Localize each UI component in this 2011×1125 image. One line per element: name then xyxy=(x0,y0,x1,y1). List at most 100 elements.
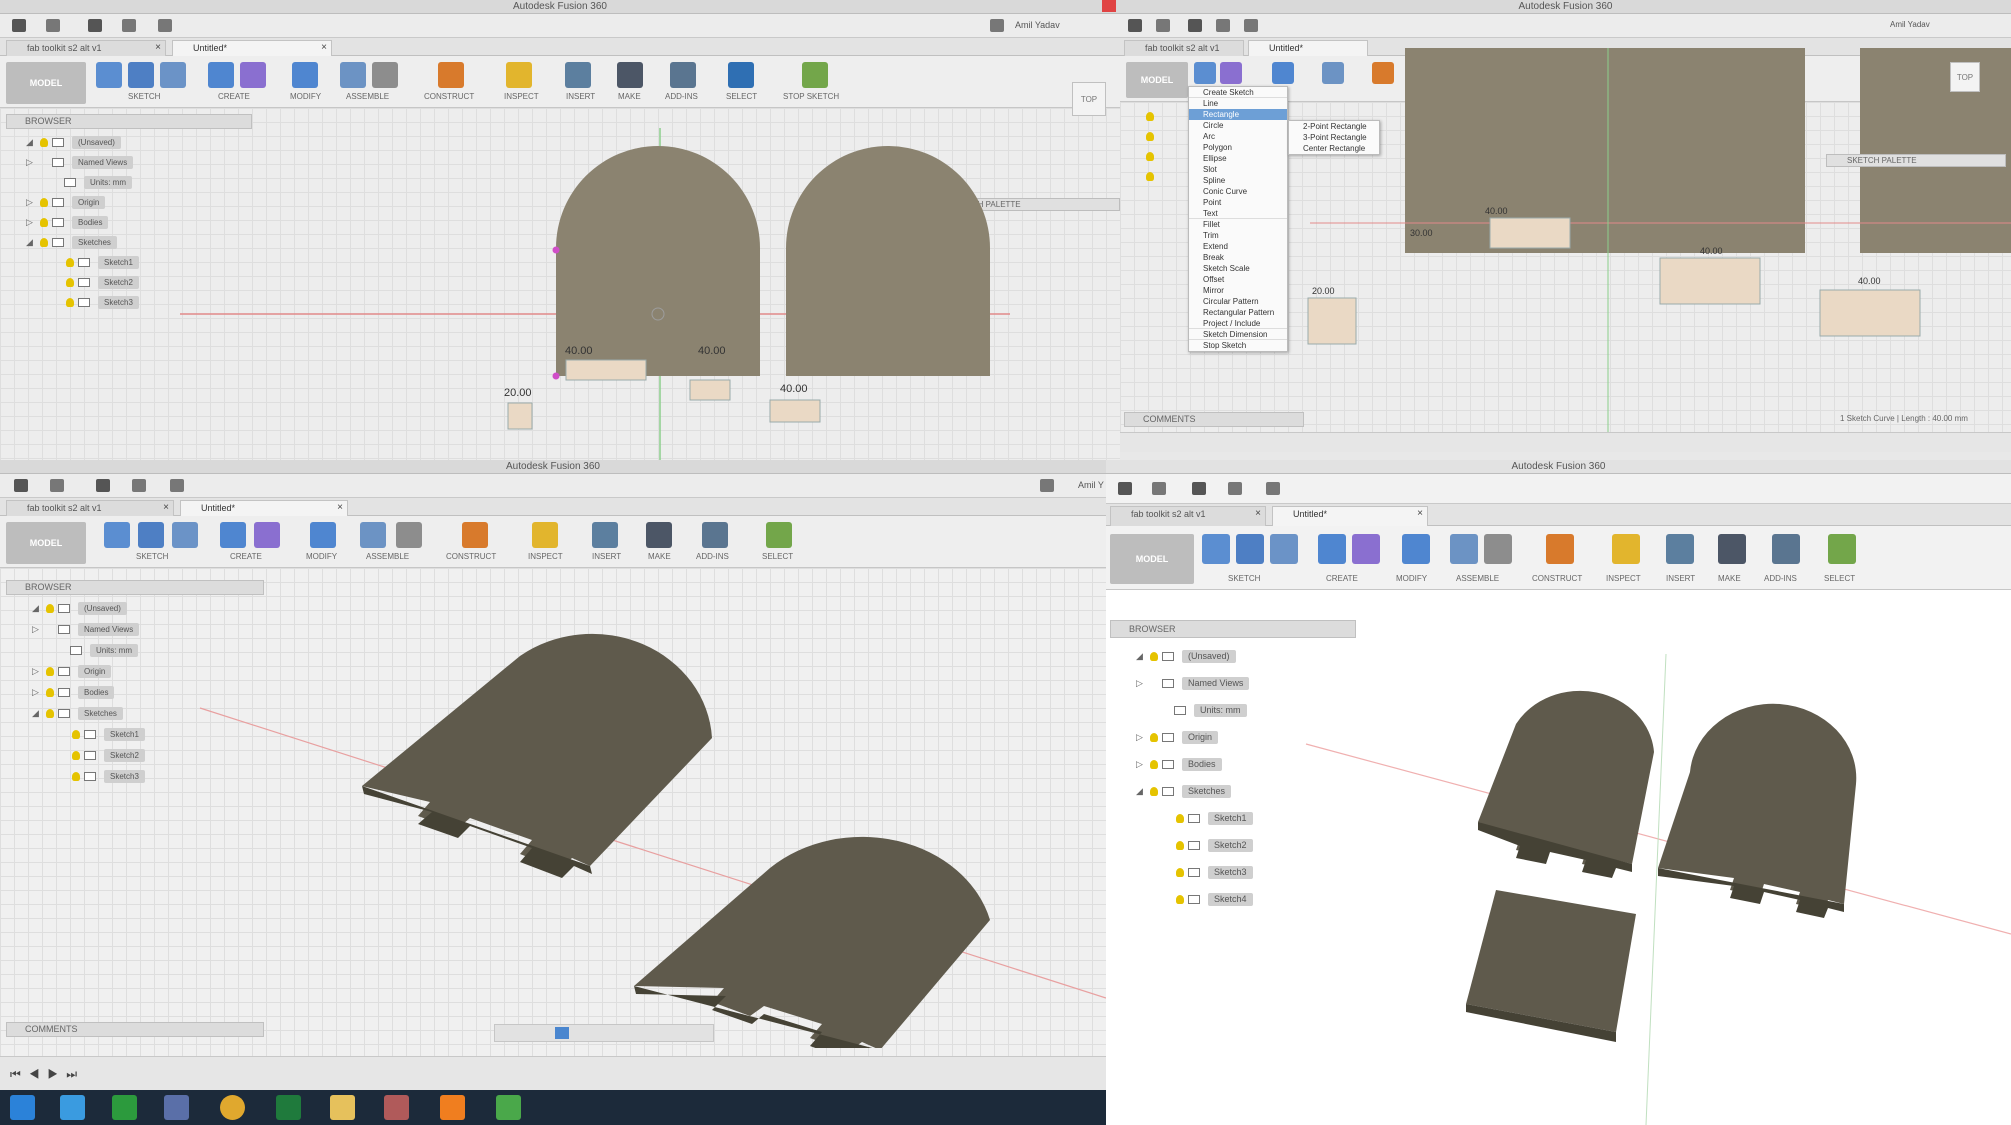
tree-bodies[interactable]: ▷ Bodies xyxy=(1136,758,1222,772)
ribbon-insert[interactable]: INSERT xyxy=(592,552,621,561)
create-sketch-icon[interactable] xyxy=(1202,534,1230,564)
expand-arrow-icon[interactable]: ▷ xyxy=(1136,759,1143,770)
plane-icon[interactable] xyxy=(438,62,464,88)
tree-named-views[interactable]: ▷ Named Views xyxy=(1136,677,1250,691)
extrude-icon[interactable] xyxy=(208,62,234,88)
viewcube[interactable]: TOP xyxy=(1950,62,1980,92)
joint-icon[interactable] xyxy=(1450,534,1478,564)
save-icon[interactable] xyxy=(96,479,110,492)
tab-rectangle-4[interactable] xyxy=(507,402,533,430)
file-icon[interactable] xyxy=(50,479,64,492)
dimension-width-2[interactable]: 40.00 xyxy=(1700,246,1723,256)
select-icon[interactable] xyxy=(1828,534,1856,564)
user-menu[interactable]: Amil Y xyxy=(1078,480,1104,490)
ribbon-construct[interactable]: CONSTRUCT xyxy=(424,92,474,101)
line-icon[interactable] xyxy=(128,62,154,88)
tree-origin[interactable]: ▷ Origin xyxy=(32,665,112,679)
comments-panel-header[interactable]: COMMENTS xyxy=(1124,412,1304,427)
extrude-icon[interactable] xyxy=(220,522,246,548)
tree-root[interactable]: ◢ (Unsaved) xyxy=(32,602,127,616)
ribbon-stop-sketch[interactable]: STOP SKETCH xyxy=(783,92,839,101)
menu-point[interactable]: Point xyxy=(1189,197,1287,208)
as-built-joint-icon[interactable] xyxy=(396,522,422,548)
chat-icon[interactable] xyxy=(1040,479,1054,492)
ribbon-assemble[interactable]: ASSEMBLE xyxy=(1456,574,1499,583)
tree-units[interactable]: Units: mm xyxy=(1162,704,1247,718)
leaf-app-icon[interactable] xyxy=(496,1095,521,1120)
workspace-button[interactable]: MODEL xyxy=(1110,534,1194,584)
joint-icon[interactable] xyxy=(360,522,386,548)
visibility-bulb-icon[interactable] xyxy=(72,751,80,760)
ribbon-construct[interactable]: CONSTRUCT xyxy=(1532,574,1582,583)
visibility-bulb-icon[interactable] xyxy=(1150,733,1158,742)
joint-icon[interactable] xyxy=(340,62,366,88)
as-built-joint-icon[interactable] xyxy=(1484,534,1512,564)
grid-menu-icon[interactable] xyxy=(1118,482,1132,495)
close-tab-icon[interactable]: × xyxy=(163,501,169,515)
file-icon[interactable] xyxy=(1156,19,1170,32)
tab-untitled[interactable]: Untitled* × xyxy=(180,500,348,516)
measure-icon[interactable] xyxy=(532,522,558,548)
stop-sketch-icon[interactable] xyxy=(802,62,828,88)
menu-mirror[interactable]: Mirror xyxy=(1189,285,1287,296)
insert-image-icon[interactable] xyxy=(565,62,591,88)
plane-icon[interactable] xyxy=(1546,534,1574,564)
workspace-button[interactable]: MODEL xyxy=(6,62,86,104)
ribbon-select[interactable]: SELECT xyxy=(762,552,793,561)
rectangle-icon[interactable] xyxy=(172,522,198,548)
menu-text[interactable]: Text xyxy=(1189,208,1287,219)
visibility-bulb-icon[interactable] xyxy=(46,709,54,718)
chrome-icon[interactable] xyxy=(220,1095,245,1120)
file-icon[interactable] xyxy=(1152,482,1166,495)
tab-rectangle-1[interactable] xyxy=(565,359,647,381)
visibility-bulb-icon[interactable] xyxy=(1176,895,1184,904)
tab-fab-toolkit[interactable]: fab toolkit s2 alt v1 × xyxy=(6,500,174,516)
visibility-bulb-icon[interactable] xyxy=(1150,652,1158,661)
undo-icon[interactable] xyxy=(1216,19,1230,32)
sketch-point-icon[interactable] xyxy=(552,372,560,380)
select-icon[interactable] xyxy=(728,62,754,88)
as-built-joint-icon[interactable] xyxy=(372,62,398,88)
scripts-icon[interactable] xyxy=(670,62,696,88)
sketch-point-icon[interactable] xyxy=(552,246,560,254)
ribbon-create[interactable]: CREATE xyxy=(218,92,250,101)
visibility-bulb-icon[interactable] xyxy=(1176,814,1184,823)
ribbon-create[interactable]: CREATE xyxy=(230,552,262,561)
body-part-left[interactable] xyxy=(362,633,712,870)
grid-menu-icon[interactable] xyxy=(14,479,28,492)
tab-fab-toolkit[interactable]: fab toolkit s2 alt v1 × xyxy=(6,40,166,56)
menu-sketch-scale[interactable]: Sketch Scale xyxy=(1189,263,1287,274)
ribbon-construct[interactable]: CONSTRUCT xyxy=(446,552,496,561)
ribbon-insert[interactable]: INSERT xyxy=(566,92,595,101)
browser-panel-header[interactable]: BROWSER xyxy=(6,580,264,595)
dimension-width-3[interactable]: 40.00 xyxy=(1858,276,1881,286)
chat-icon[interactable] xyxy=(990,19,1004,32)
close-tab-icon[interactable]: × xyxy=(321,41,327,55)
people-icon[interactable] xyxy=(164,1095,189,1120)
tab-untitled[interactable]: Untitled* × xyxy=(172,40,332,56)
sketch-profile-left[interactable] xyxy=(1405,48,1805,253)
menu-circular-pattern[interactable]: Circular Pattern xyxy=(1189,296,1287,307)
ribbon-select[interactable]: SELECT xyxy=(1824,574,1855,583)
visibility-bulb-icon[interactable] xyxy=(46,667,54,676)
line-icon[interactable] xyxy=(138,522,164,548)
plane-icon[interactable] xyxy=(462,522,488,548)
tab-fab-toolkit[interactable]: fab toolkit s2 alt v1 × xyxy=(1110,506,1266,526)
ribbon-inspect[interactable]: INSPECT xyxy=(528,552,563,561)
redo-icon[interactable] xyxy=(158,19,172,32)
submenu-2-point-rectangle[interactable]: 2-Point Rectangle xyxy=(1289,121,1379,132)
modify-icon[interactable] xyxy=(310,522,336,548)
ribbon-inspect[interactable]: INSPECT xyxy=(1606,574,1641,583)
visibility-bulb-icon[interactable] xyxy=(1176,868,1184,877)
tab-untitled[interactable]: Untitled* × xyxy=(1272,506,1428,526)
visibility-bulb-icon[interactable] xyxy=(1146,152,1154,161)
tree-sketches[interactable]: ◢ Sketches xyxy=(32,707,123,721)
file-icon[interactable] xyxy=(46,19,60,32)
rectangle-icon[interactable] xyxy=(1270,534,1298,564)
visibility-bulb-icon[interactable] xyxy=(46,604,54,613)
tab-rectangle-4[interactable] xyxy=(1307,297,1357,345)
visibility-bulb-icon[interactable] xyxy=(1146,172,1154,181)
model-canvas[interactable] xyxy=(0,568,1106,1048)
undo-icon[interactable] xyxy=(1228,482,1242,495)
user-menu[interactable]: Amil Yadav xyxy=(1015,20,1060,30)
